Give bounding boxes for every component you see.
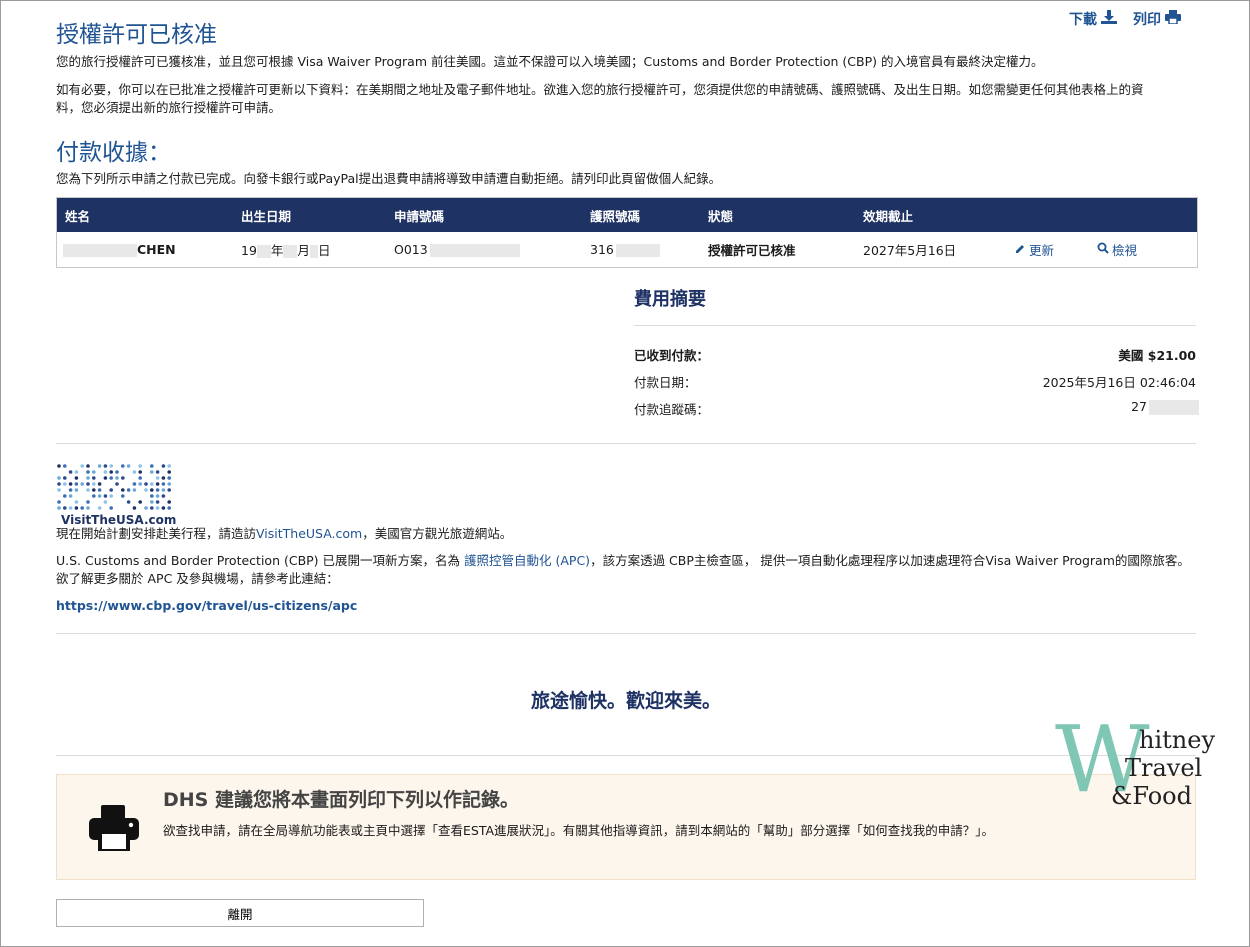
fee-row-received: 已收到付款： 美國 $21.00 xyxy=(634,345,1196,364)
redacted-block xyxy=(63,244,137,257)
redacted-block xyxy=(283,245,298,258)
cell-application-number: O013 xyxy=(394,242,520,257)
cell-name: CHEN xyxy=(63,242,176,257)
cell-expiry: 2027年5月16日 xyxy=(863,243,957,258)
blog-watermark: W hitney Travel &Food xyxy=(1055,714,1235,811)
visittheusa-logo xyxy=(57,464,171,510)
printer-icon xyxy=(1165,10,1181,28)
app-prefix: O013 xyxy=(394,242,428,257)
leave-button[interactable]: 離開 xyxy=(56,899,424,927)
dob-day-unit: 日 xyxy=(317,243,331,258)
page-title: 授權許可已核准 xyxy=(56,22,217,48)
intro-paragraph-2-line2: 料，您必須提出新的旅行授權許可申請。 xyxy=(56,100,282,115)
fees-title: 費用摘要 xyxy=(634,289,706,310)
view-link[interactable]: 檢視 xyxy=(1097,240,1137,259)
print-button[interactable]: 列印 xyxy=(1133,9,1181,29)
download-icon xyxy=(1101,10,1117,28)
redacted-block xyxy=(256,245,271,258)
tracking-label: 付款追蹤碼： xyxy=(634,402,710,417)
apc-prefix: U.S. Customs and Border Protection (CBP)… xyxy=(56,553,465,568)
redacted-block xyxy=(309,245,318,258)
tracking-value: 27 xyxy=(1131,399,1199,418)
col-status: 狀態 xyxy=(708,208,734,224)
notice-title: DHS 建議您將本畫面列印下列以作記錄。 xyxy=(163,789,519,811)
notice-body: 欲查找申請，請在全局導航功能表或主頁中選擇「查看ESTA進展狀況」。有關其他指導… xyxy=(163,823,995,838)
apc-link[interactable]: 護照控管自動化 (APC) xyxy=(464,553,590,568)
received-value: 美國 $21.00 xyxy=(1118,348,1196,363)
fee-row-tracking: 付款追蹤碼： 27 xyxy=(634,399,1199,418)
pencil-icon xyxy=(1015,242,1026,257)
download-label: 下載 xyxy=(1069,12,1097,28)
divider xyxy=(56,755,1196,756)
apc-suffix: ，該方案透過 CBP主檢查區， 提供一項自動化處理程序以加速處理符合Visa W… xyxy=(590,553,1190,568)
cell-name-visible: CHEN xyxy=(137,242,176,257)
col-passport-number: 護照號碼 xyxy=(590,208,641,224)
visit-prefix: 現在開始計劃安排赴美行程，請造訪 xyxy=(56,526,257,541)
divider xyxy=(56,633,1196,634)
col-expiry: 效期截止 xyxy=(863,208,914,224)
search-icon xyxy=(1097,242,1109,257)
redacted-block xyxy=(615,244,660,257)
redacted-block xyxy=(429,244,520,257)
cell-passport-number: 316 xyxy=(590,242,660,257)
watermark-line3: &Food xyxy=(1111,782,1192,810)
apc-url-link[interactable]: https://www.cbp.gov/travel/us-citizens/a… xyxy=(56,597,357,615)
dob-year-unit: 年 xyxy=(270,243,284,258)
visit-line: 現在開始計劃安排赴美行程，請造訪VisitTheUSA.com，美國官方觀光旅遊… xyxy=(56,525,512,543)
fee-row-date: 付款日期： 2025年5月16日 02:46:04 xyxy=(634,372,1196,391)
dob-prefix: 19 xyxy=(241,243,257,258)
apc-line-2: 欲了解更多關於 APC 及參與機場，請參考此連結： xyxy=(56,571,339,586)
received-label: 已收到付款： xyxy=(634,348,710,363)
watermark-line2: Travel xyxy=(1125,754,1203,782)
visittheusa-link[interactable]: VisitTheUSA.com xyxy=(256,526,362,541)
application-table: 姓名 出生日期 申請號碼 護照號碼 狀態 效期截止 CHEN 19 年月日 O01… xyxy=(56,197,1198,268)
passport-prefix: 316 xyxy=(590,242,614,257)
apc-line-1: U.S. Customs and Border Protection (CBP)… xyxy=(56,552,1190,570)
watermark-line1: hitney xyxy=(1139,726,1215,754)
date-value: 2025年5月16日 02:46:04 xyxy=(1042,375,1196,390)
tracking-prefix: 27 xyxy=(1131,399,1147,414)
top-actions: 下載 列印 xyxy=(1069,9,1181,29)
view-label: 檢視 xyxy=(1112,243,1138,258)
download-button[interactable]: 下載 xyxy=(1069,9,1117,29)
visit-suffix: ，美國官方觀光旅遊網站。 xyxy=(362,526,513,541)
cell-dob: 19 年月日 xyxy=(241,240,330,259)
col-dob: 出生日期 xyxy=(241,208,292,224)
redacted-block xyxy=(1149,400,1199,415)
col-name: 姓名 xyxy=(65,208,91,224)
cell-status: 授權許可已核准 xyxy=(708,243,796,258)
table-row: CHEN 19 年月日 O013 316 授權許可已核准 2027年5月16日 更… xyxy=(57,232,1197,267)
print-recommendation-notice: DHS 建議您將本畫面列印下列以作記錄。 欲查找申請，請在全局導航功能表或主頁中… xyxy=(56,774,1196,880)
table-header: 姓名 出生日期 申請號碼 護照號碼 狀態 效期截止 xyxy=(57,198,1197,232)
dob-month-unit: 月 xyxy=(297,243,310,258)
printer-icon xyxy=(89,805,139,855)
payment-description: 您為下列所示申請之付款已完成。向發卡銀行或PayPal提出退費申請將導致申請遭自… xyxy=(56,171,722,186)
payment-title: 付款收據： xyxy=(56,140,171,166)
print-label: 列印 xyxy=(1133,12,1161,28)
intro-paragraph-2-line1: 如有必要，你可以在已批准之授權許可更新以下資料：在美期間之地址及電子郵件地址。欲… xyxy=(56,82,1144,97)
col-application-number: 申請號碼 xyxy=(394,208,445,224)
divider xyxy=(634,325,1196,326)
update-link[interactable]: 更新 xyxy=(1015,240,1054,259)
date-label: 付款日期： xyxy=(634,375,697,390)
divider xyxy=(56,443,1196,444)
intro-paragraph-1: 您的旅行授權許可已獲核准，並且您可根據 Visa Waiver Program … xyxy=(56,54,1044,69)
update-label: 更新 xyxy=(1029,243,1055,258)
